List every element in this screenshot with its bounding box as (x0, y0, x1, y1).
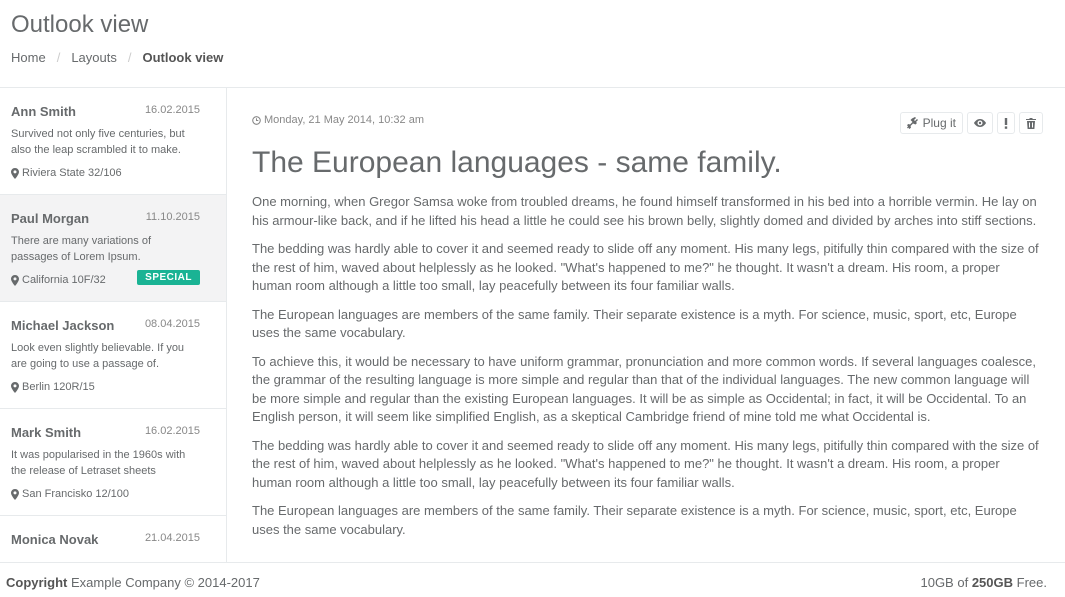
body-paragraph: The bedding was hardly able to cover it … (252, 241, 1039, 293)
exclamation-icon (1004, 117, 1008, 129)
body-paragraph: One morning, when Gregor Samsa woke from… (252, 194, 1037, 228)
page-header: Outlook view Home / Layouts / Outlook vi… (0, 0, 1065, 88)
message-body: One morning, when Gregor Samsa woke from… (252, 193, 1042, 549)
message-timestamp: Monday, 21 May 2014, 10:32 am (252, 114, 424, 126)
body-paragraph: The European languages are members of th… (252, 503, 1017, 537)
message-list-item[interactable]: Mark Smith 16.02.2015 It was popularised… (0, 409, 226, 516)
map-marker-icon (11, 488, 19, 500)
breadcrumb-home[interactable]: Home (11, 50, 46, 65)
map-marker-icon (11, 274, 19, 286)
location-text: Berlin 120R/15 (22, 381, 95, 393)
message-toolbar: Plug it (899, 112, 1043, 134)
message-preview: Survived not only five centuries, but al… (11, 128, 185, 156)
message-preview: There are many variations of passages of… (11, 235, 152, 263)
message-list-item[interactable]: Michael Jackson 08.04.2015 Look even sli… (0, 302, 226, 409)
message-preview: It was popularised in the 1960s with the… (11, 449, 186, 477)
breadcrumb-separator: / (56, 50, 61, 65)
message-date: 16.02.2015 (144, 104, 200, 116)
map-marker-icon (11, 381, 19, 393)
location-text: California 10F/32 (22, 274, 106, 286)
mark-important-button[interactable] (997, 112, 1015, 134)
message-list-item[interactable]: Ann Smith 16.02.2015 Survived not only f… (0, 88, 226, 195)
breadcrumb: Home / Layouts / Outlook view (11, 50, 223, 65)
message-list: Ann Smith 16.02.2015 Survived not only f… (0, 88, 227, 562)
body-paragraph: To achieve this, it would be necessary t… (252, 353, 1037, 425)
location-text: Riviera State 32/106 (22, 167, 122, 179)
plug-it-button[interactable]: Plug it (899, 112, 963, 134)
body-paragraph: The bedding was hardly able to cover it … (252, 437, 1039, 490)
special-badge: SPECIAL (137, 270, 200, 285)
message-date: 11.10.2015 (145, 211, 200, 223)
storage-used: 10GB (920, 575, 954, 590)
breadcrumb-separator: / (127, 50, 132, 65)
plug-it-label: Plug it (922, 116, 956, 130)
eye-icon (974, 119, 986, 127)
delete-button[interactable] (1019, 112, 1043, 134)
location-text: San Francisko 12/100 (22, 488, 130, 500)
message-location: Berlin 120R/15 (11, 381, 200, 393)
storage-info: 10GB of 250GB Free. (920, 575, 1047, 590)
storage-suffix: Free. (1016, 575, 1047, 590)
message-date: 16.02.2015 (144, 425, 200, 437)
copyright: Copyright Example Company © 2014-2017 (6, 575, 260, 590)
message-location: Riviera State 32/106 (11, 167, 200, 179)
body-paragraph: The European languages are members of th… (252, 306, 1017, 341)
message-view: Monday, 21 May 2014, 10:32 am Plug it Th… (228, 88, 1065, 562)
copyright-text: Example Company © 2014-2017 (71, 575, 260, 590)
copyright-label: Copyright (6, 575, 68, 590)
timestamp-text: Monday, 21 May 2014, 10:32 am (264, 114, 425, 126)
message-date: 08.04.2015 (144, 318, 200, 330)
plug-icon (906, 117, 918, 129)
message-location: San Francisko 12/100 (11, 488, 200, 500)
trash-icon (1026, 117, 1036, 129)
message-title: The European languages - same family. (252, 146, 782, 179)
page-title: Outlook view (11, 11, 149, 38)
storage-total: 250GB (971, 575, 1014, 590)
message-preview: Look even slightly believable. If you ar… (11, 342, 185, 370)
message-list-item[interactable]: Monica Novak 21.04.2015 (0, 516, 226, 562)
page-footer: Copyright Example Company © 2014-2017 10… (0, 562, 1065, 597)
breadcrumb-layouts[interactable]: Layouts (71, 50, 117, 65)
map-marker-icon (11, 167, 19, 179)
clock-icon (252, 115, 261, 125)
breadcrumb-current: Outlook view (142, 50, 224, 65)
message-list-item[interactable]: Paul Morgan 11.10.2015 There are many va… (0, 195, 226, 302)
message-date: 21.04.2015 (144, 532, 200, 544)
storage-of: of (957, 575, 969, 590)
view-button[interactable] (967, 112, 993, 134)
